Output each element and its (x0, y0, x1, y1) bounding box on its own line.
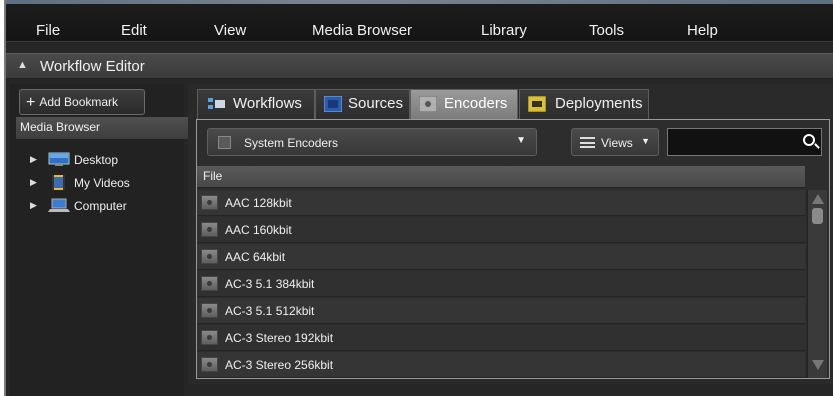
table-row[interactable]: AC-3 5.1 384kbit (197, 271, 805, 297)
row-label: AAC 64kbit (225, 250, 286, 264)
search-icon[interactable] (803, 134, 815, 146)
section-title: Workflow Editor (40, 58, 145, 75)
collapse-icon[interactable]: ▲ (17, 59, 28, 71)
tab-label: Encoders (444, 95, 508, 112)
file-column-header[interactable]: File (197, 166, 805, 188)
tree-item-computer[interactable]: ▶ Computer (10, 197, 180, 217)
tree-item-my-videos[interactable]: ▶ My Videos (10, 174, 180, 194)
encoder-icon (201, 330, 218, 345)
media-browser-panel: + Add Bookmark Media Browser ▶ Desktop ▶ … (10, 84, 188, 396)
title-strip (6, 0, 833, 4)
row-label: AAC 160kbit (225, 223, 292, 237)
views-button[interactable]: Views ▼ (571, 128, 659, 156)
table-row[interactable]: AAC 160kbit (197, 217, 805, 243)
tab-workflows[interactable]: Workflows (197, 89, 315, 119)
encoder-icon (201, 303, 218, 318)
add-bookmark-button[interactable]: + Add Bookmark (19, 89, 145, 115)
row-label: AC-3 Stereo 192kbit (225, 331, 334, 345)
workflows-icon (208, 98, 225, 109)
scroll-thumb[interactable] (812, 208, 823, 224)
encoder-source-dropdown[interactable]: System Encoders ▼ (207, 128, 537, 156)
encoder-icon (201, 276, 218, 291)
row-label: AC-3 5.1 384kbit (225, 277, 315, 291)
menu-bar: File Edit View Media Browser Library Too… (6, 0, 833, 42)
tree-item-label: My Videos (74, 176, 130, 190)
videos-folder-icon (52, 175, 65, 190)
computer-icon (48, 198, 70, 212)
tree-item-desktop[interactable]: ▶ Desktop (10, 151, 180, 171)
expand-arrow-icon[interactable]: ▶ (30, 154, 37, 165)
scroll-down-icon[interactable] (812, 360, 824, 370)
chevron-down-icon: ▼ (516, 135, 526, 146)
menu-media-browser[interactable]: Media Browser (312, 22, 412, 39)
encoder-icon (201, 249, 218, 264)
list-view-icon (580, 137, 595, 148)
views-label: Views (601, 136, 633, 150)
menu-edit[interactable]: Edit (121, 22, 147, 39)
encoders-panel: Workflows Sources Encoders Deployments S… (188, 84, 833, 384)
encoder-icon (201, 195, 218, 210)
sources-icon (324, 96, 342, 112)
tab-encoders[interactable]: Encoders (410, 89, 518, 119)
plus-icon: + (26, 94, 36, 111)
row-label: AC-3 Stereo 256kbit (225, 358, 334, 372)
menu-library[interactable]: Library (481, 22, 527, 39)
table-row[interactable]: AC-3 Stereo 256kbit (197, 352, 805, 378)
encoder-list-icon (218, 136, 231, 149)
vertical-scrollbar[interactable] (807, 190, 827, 378)
row-label: AC-3 5.1 512kbit (225, 304, 315, 318)
tab-label: Workflows (233, 95, 302, 112)
row-label: AAC 128kbit (225, 196, 292, 210)
scroll-up-icon[interactable] (812, 194, 824, 204)
chevron-down-icon: ▼ (641, 136, 650, 146)
desktop-icon (48, 152, 70, 166)
media-browser-title: Media Browser (16, 117, 188, 139)
search-input[interactable] (672, 132, 792, 152)
add-bookmark-label: Add Bookmark (39, 95, 119, 109)
deployments-icon (528, 96, 546, 112)
encoder-icon (201, 222, 218, 237)
expand-arrow-icon[interactable]: ▶ (30, 200, 37, 211)
encoders-icon (419, 96, 437, 112)
table-row[interactable]: AC-3 5.1 512kbit (197, 298, 805, 324)
menu-help[interactable]: Help (687, 22, 718, 39)
tab-sources[interactable]: Sources (315, 89, 410, 119)
encoder-icon (201, 357, 218, 372)
workflow-editor-header[interactable]: ▲ Workflow Editor (6, 53, 833, 79)
tab-label: Sources (348, 95, 404, 112)
table-row[interactable]: AAC 64kbit (197, 244, 805, 270)
table-row[interactable]: AC-3 Stereo 192kbit (197, 325, 805, 351)
menu-view[interactable]: View (214, 22, 246, 39)
app-window: File Edit View Media Browser Library Too… (4, 0, 833, 396)
tab-label: Deployments (555, 95, 643, 112)
dropdown-value: System Encoders (244, 136, 339, 150)
table-row[interactable]: AAC 128kbit (197, 190, 805, 216)
encoders-content: System Encoders ▼ Views ▼ File AAC 128kb… (196, 119, 830, 379)
encoder-list: AAC 128kbit AAC 160kbit AAC 64kbit AC-3 … (197, 190, 805, 378)
search-box (667, 128, 822, 156)
tree-item-label: Desktop (74, 153, 119, 167)
tab-deployments[interactable]: Deployments (519, 89, 649, 119)
menu-tools[interactable]: Tools (589, 22, 624, 39)
tree-item-label: Computer (74, 199, 127, 213)
menu-file[interactable]: File (36, 22, 60, 39)
expand-arrow-icon[interactable]: ▶ (30, 177, 37, 188)
